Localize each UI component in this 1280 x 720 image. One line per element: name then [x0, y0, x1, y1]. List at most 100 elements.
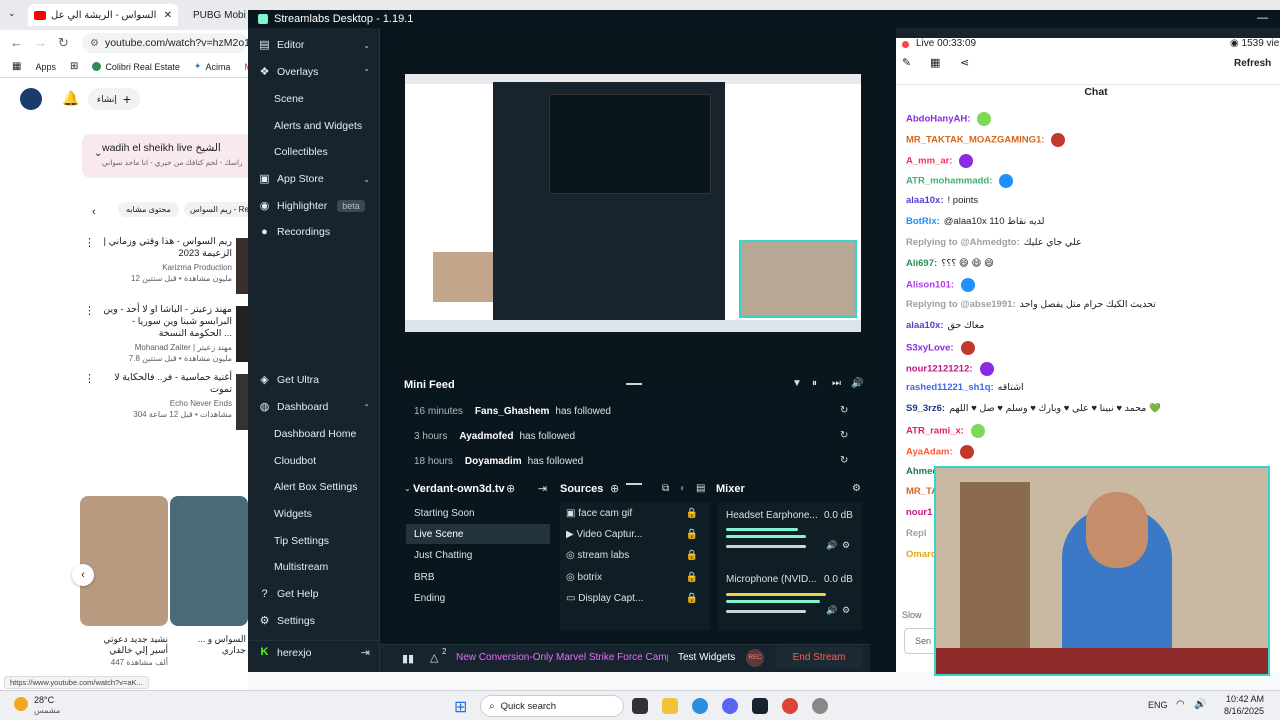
- chat-message[interactable]: nour12121212:: [906, 361, 1276, 376]
- nav-alerts-widgets[interactable]: Alerts and Widgets: [248, 114, 380, 138]
- address-bar[interactable]: ⚙ youtube.com/watch?v=hzM2o1J6b: [82, 33, 248, 53]
- list-item[interactable]: أغنية حماسية - فر.. فالحكاية لا تموت Ech…: [100, 372, 232, 419]
- scene-transition-icon[interactable]: ⇥: [538, 482, 547, 495]
- scene-item[interactable]: BRB: [414, 572, 435, 583]
- nav-multistream[interactable]: Multistream: [248, 555, 380, 579]
- filter-icon[interactable]: ▼: [792, 378, 802, 389]
- lock-icon[interactable]: 🔒: [686, 572, 698, 583]
- avatar[interactable]: [20, 88, 42, 110]
- nav-scene[interactable]: Scene: [248, 87, 380, 111]
- nav-alert-box[interactable]: Alert Box Settings: [248, 475, 380, 499]
- chat-username[interactable]: alaa10x:: [906, 195, 944, 206]
- nav-highlighter[interactable]: ◉ Highlighter beta: [248, 194, 380, 218]
- source-folder-icon[interactable]: ⧉: [662, 483, 669, 494]
- chat-username[interactable]: Replying to @Ahmedgto:: [906, 237, 1020, 248]
- lock-icon[interactable]: 🔒: [686, 593, 698, 604]
- short-thumbnail[interactable]: [80, 496, 168, 626]
- chat-username[interactable]: nour12121212:: [906, 363, 973, 374]
- more-vert-icon[interactable]: ⋮: [84, 236, 95, 249]
- video-thumbnail[interactable]: [236, 374, 248, 430]
- grid-icon[interactable]: ⊞: [70, 61, 78, 72]
- chat-username[interactable]: rashed11221_sh1q:: [906, 382, 994, 393]
- minimize-icon[interactable]: —: [1257, 12, 1268, 24]
- taskbar-search[interactable]: ⌕ Quick search: [480, 695, 624, 717]
- chat-username[interactable]: Ali697:: [906, 258, 937, 269]
- chat-message[interactable]: ATR_mohammadd:: [906, 174, 1276, 189]
- end-stream-button[interactable]: End Stream: [776, 647, 862, 669]
- scene-item[interactable]: Live Scene: [414, 529, 463, 540]
- source-lock-icon[interactable]: ◐: [680, 483, 686, 494]
- scene-item[interactable]: Just Chatting: [414, 550, 472, 561]
- chat-message[interactable]: Alison101:: [906, 278, 1276, 293]
- volume-icon[interactable]: 🔊: [851, 378, 863, 389]
- promo-banner[interactable]: New Conversion-Only Marvel Strike Force …: [456, 652, 668, 663]
- nav-settings[interactable]: ⚙ Settings: [248, 609, 380, 633]
- replay-icon[interactable]: ↻: [840, 455, 848, 466]
- chat-message[interactable]: ATR_rami_x:: [906, 424, 1276, 438]
- nav-collectibles[interactable]: Collectibles: [248, 140, 380, 164]
- chat-message[interactable]: alaa10x:! points: [906, 195, 1276, 206]
- source-item[interactable]: ◎ botrix 🔒: [566, 572, 706, 583]
- add-source-icon[interactable]: ⊕: [610, 482, 619, 495]
- share-icon[interactable]: ⋖: [960, 56, 969, 69]
- scene-item[interactable]: Ending: [414, 593, 445, 604]
- nav-widgets[interactable]: Widgets: [248, 502, 380, 526]
- gear-icon[interactable]: ⚙: [842, 540, 850, 551]
- chat-username[interactable]: S9_3rz6:: [906, 403, 945, 414]
- clock-date[interactable]: 8/16/2025: [1216, 706, 1264, 716]
- notifications-bell-icon[interactable]: 🔔: [62, 90, 79, 107]
- bookmark-colibri[interactable]: Colibri Real Estate: [92, 62, 180, 72]
- record-button[interactable]: REC: [746, 649, 764, 667]
- discord-icon[interactable]: [722, 698, 738, 714]
- list-item[interactable]: ريم السواس - هذا وقتي وزماني | الزعيمة 2…: [100, 236, 232, 283]
- weather-icon[interactable]: [14, 697, 28, 711]
- speaker-icon[interactable]: 🔊: [826, 540, 837, 551]
- chat-username[interactable]: MR_TAKTAK_MOAZGAMING1:: [906, 134, 1044, 145]
- browser-tab-pubg[interactable]: PUBG Mobi: [182, 4, 248, 26]
- gear-icon[interactable]: ⚙: [842, 605, 850, 616]
- chip-related[interactable]: محتوى مشابه: [118, 202, 179, 217]
- list-item[interactable]: مهند زعيتر - الباشا او لا أحد - وين البر…: [100, 304, 232, 363]
- chip-reem[interactable]: ريم السواس - Ree: [184, 202, 248, 217]
- site-info-icon[interactable]: ⚙: [90, 38, 99, 49]
- source-item[interactable]: ▭ Display Capt... 🔒: [566, 593, 706, 604]
- volume-slider[interactable]: [726, 610, 806, 613]
- volume-icon[interactable]: 🔊: [1194, 699, 1206, 710]
- drag-handle[interactable]: [398, 476, 870, 485]
- chat-username[interactable]: ATR_mohammadd:: [906, 176, 992, 187]
- more-vert-icon[interactable]: ⋮: [84, 372, 95, 385]
- forward-arrow-icon[interactable]: →: [34, 35, 47, 50]
- chevron-down-icon[interactable]: ⌄: [94, 148, 102, 159]
- list-item[interactable]: 18 hours Doyamadim has followed: [414, 456, 864, 467]
- chat-username[interactable]: A_mm_ar:: [906, 155, 952, 166]
- browser-tab-youtube[interactable]: ريم السواس - الريشة الي عل... ✕: [28, 4, 178, 26]
- nav-get-help[interactable]: ? Get Help: [248, 582, 380, 606]
- chat-message[interactable]: MR_TAKTAK_MOAZGAMING1:: [906, 132, 1276, 147]
- chat-username[interactable]: S3xyLove:: [906, 342, 954, 353]
- chat-message[interactable]: Replying to @Ahmedgto: علي جاي علیك: [906, 237, 1276, 248]
- logout-icon[interactable]: ⇥: [361, 646, 370, 659]
- wifi-icon[interactable]: ◠: [1176, 699, 1185, 710]
- lock-icon[interactable]: 🔒: [686, 529, 698, 540]
- chat-username[interactable]: AbdoHanyAH:: [906, 114, 970, 125]
- back-arrow-icon[interactable]: ←: [10, 35, 23, 50]
- lock-icon[interactable]: 🔒: [686, 550, 698, 561]
- windows-start-icon[interactable]: ⊞: [454, 697, 467, 717]
- volume-slider[interactable]: [726, 545, 806, 548]
- bookmark-apps[interactable]: Apps: [35, 62, 56, 72]
- nav-app-store[interactable]: ▣ App Store ⌄: [248, 167, 380, 191]
- create-button[interactable]: إنشاء +: [88, 88, 140, 110]
- scene-item[interactable]: Starting Soon: [414, 508, 475, 519]
- chat-message[interactable]: rashed11221_sh1q: اشتاقه: [906, 382, 1276, 393]
- speaker-icon[interactable]: 🔊: [826, 605, 837, 616]
- source-item[interactable]: ▣ face cam gif 🔒: [566, 508, 706, 519]
- nav-dashboard-home[interactable]: Dashboard Home: [248, 422, 380, 446]
- clock-time[interactable]: 10:42 AM: [1216, 694, 1264, 704]
- chat-username[interactable]: AyaAdam:: [906, 446, 953, 457]
- stats-icon[interactable]: ▮▮: [402, 652, 414, 665]
- nav-dashboard[interactable]: ◍ Dashboard ⌃: [248, 395, 380, 419]
- chat-message[interactable]: Replying to @abse1991: تحديث الكيك حرام م…: [906, 299, 1276, 310]
- video-thumbnail[interactable]: [236, 306, 248, 362]
- chat-username[interactable]: ATR_rami_x:: [906, 426, 964, 437]
- list-item[interactable]: 16 minutes Fans_Ghashem has followed: [414, 406, 864, 417]
